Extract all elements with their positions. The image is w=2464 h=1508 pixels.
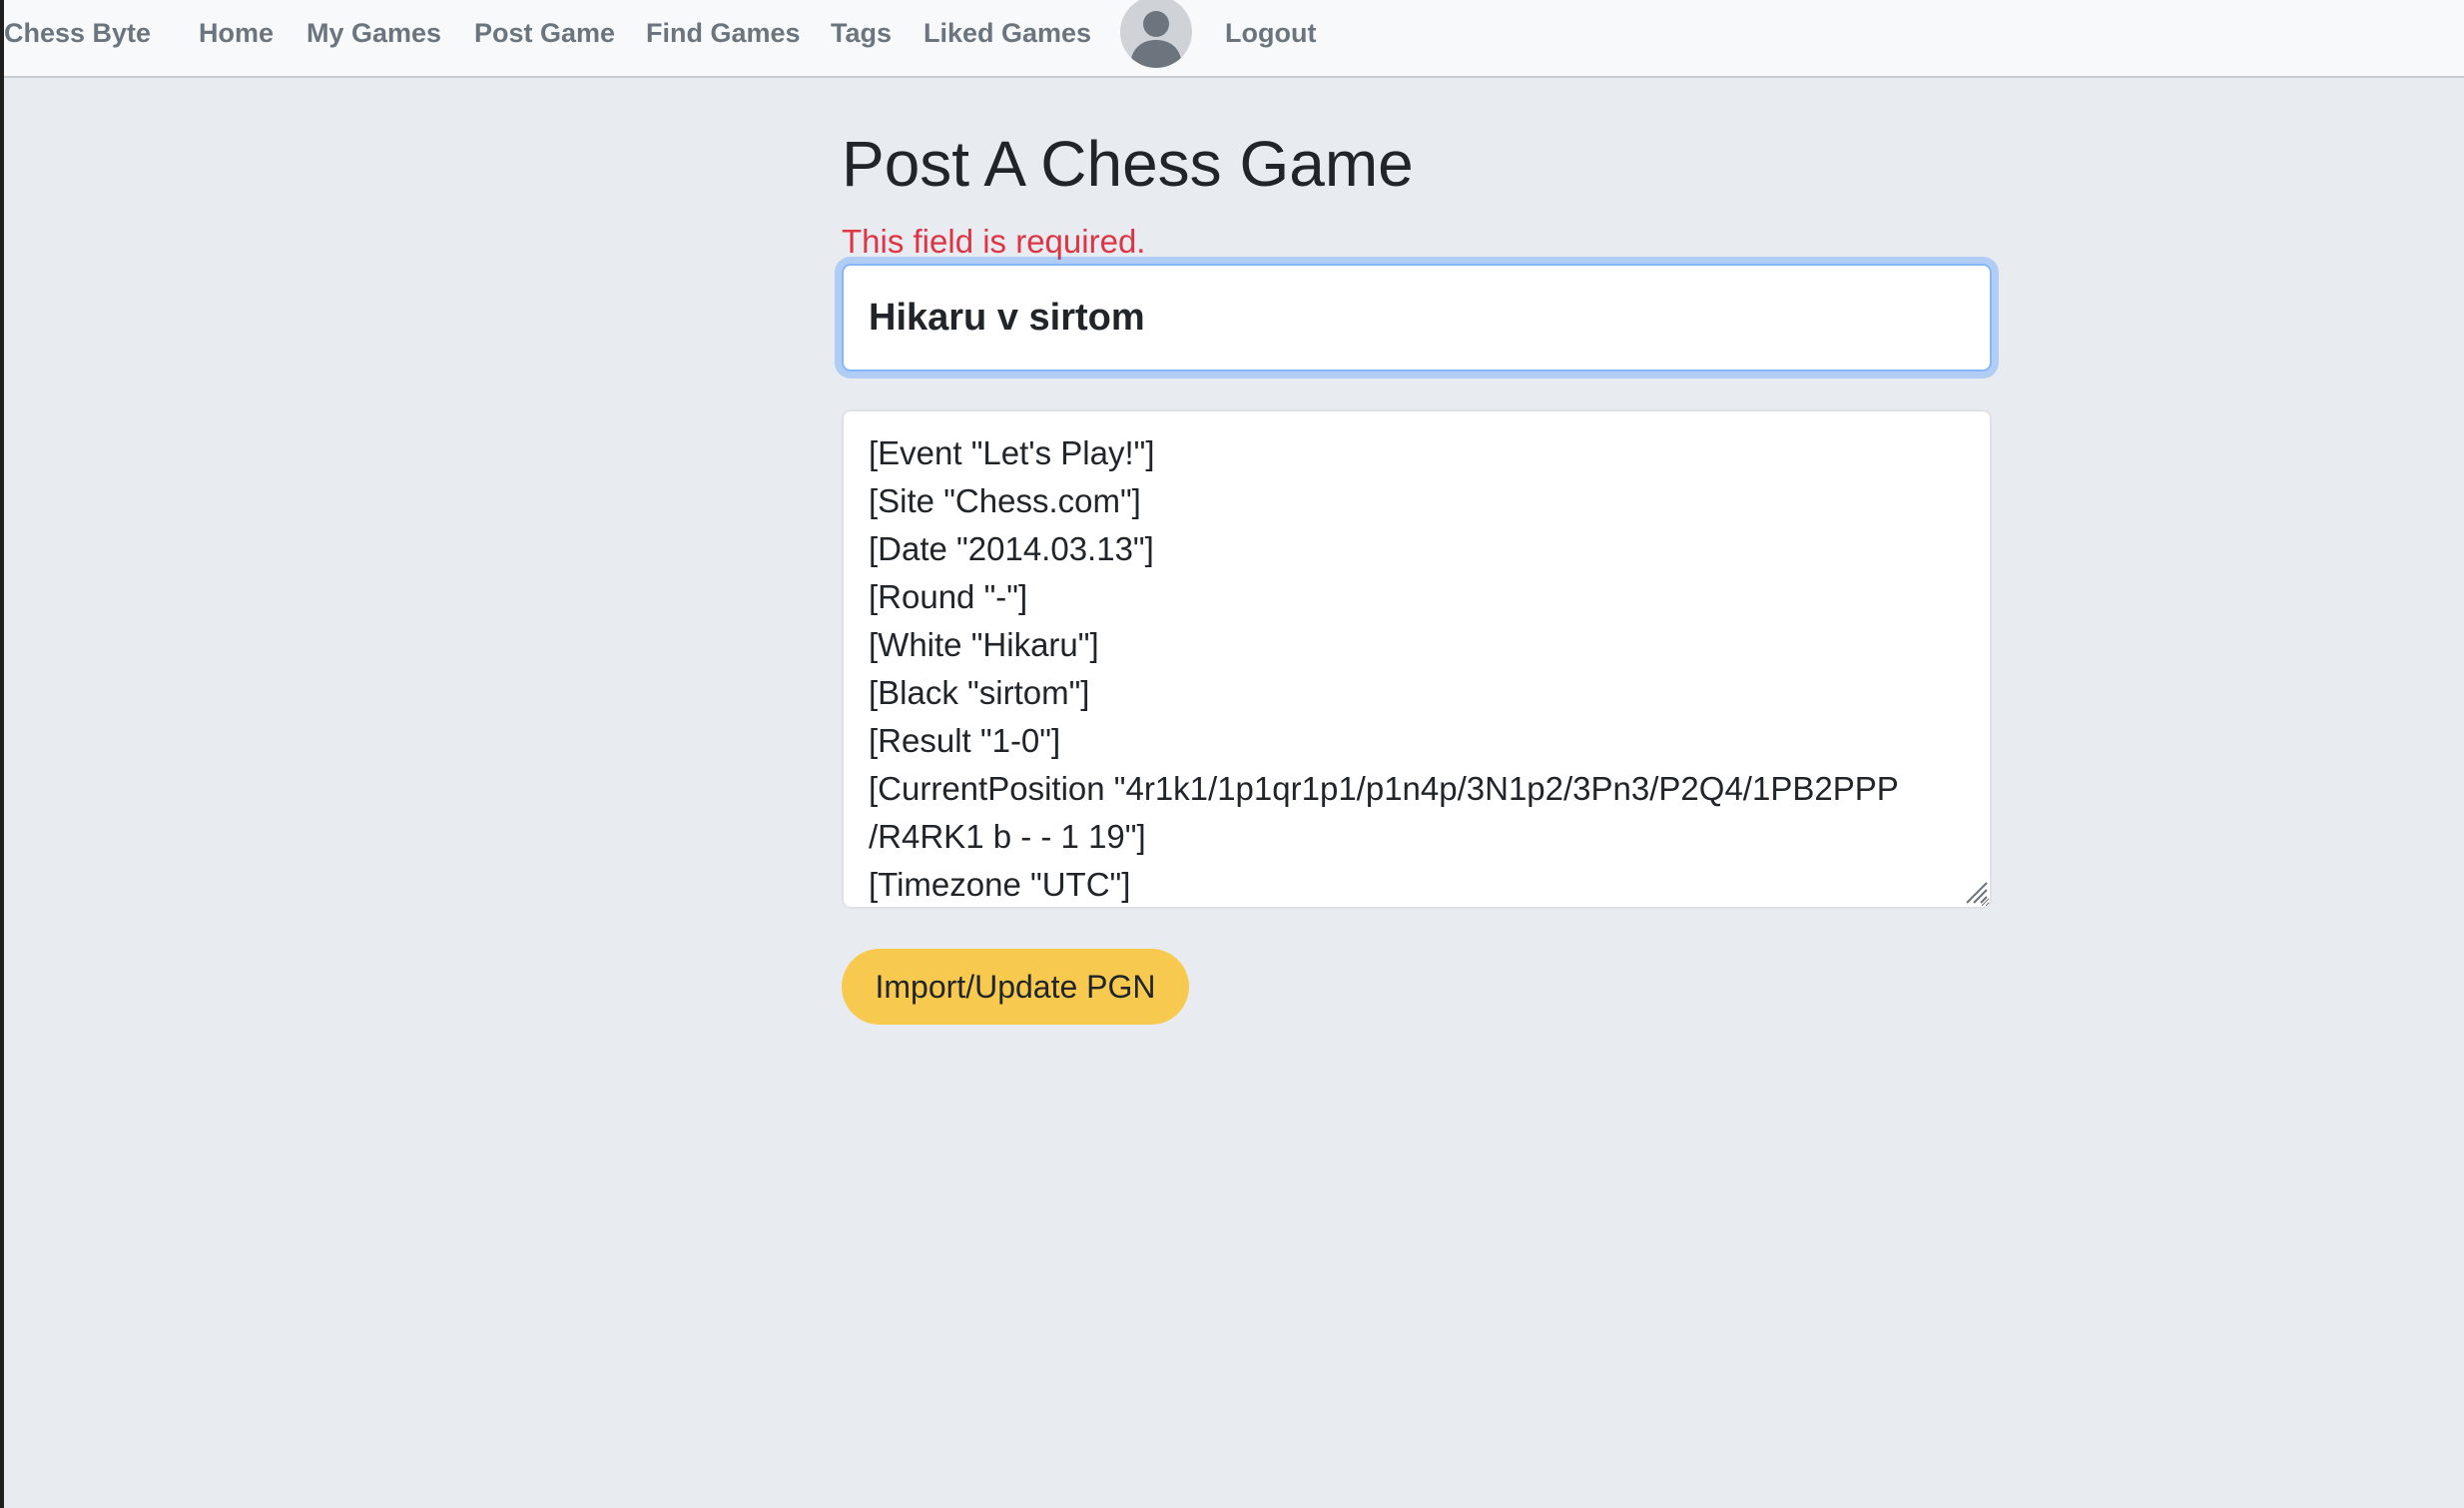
nav-home-link[interactable]: Home [199,0,274,66]
page: Chess Byte Home My Games Post Game Find … [4,0,2464,1508]
import-update-pgn-button[interactable]: Import/Update PGN [842,949,1189,1025]
nav-find-games-link[interactable]: Find Games [646,0,801,66]
brand-link[interactable]: Chess Byte [4,0,151,66]
pgn-textarea[interactable]: [Event "Let's Play!"] [Site "Chess.com"]… [842,409,1992,909]
textarea-resize-handle-icon[interactable] [1963,879,1989,905]
page-title: Post A Chess Game [842,128,1414,200]
nav-logout-link[interactable]: Logout [1225,0,1316,66]
nav-tags-link[interactable]: Tags [831,0,892,66]
navbar: Chess Byte Home My Games Post Game Find … [4,0,2464,78]
nav-post-game-link[interactable]: Post Game [474,0,615,66]
user-avatar-icon[interactable] [1120,0,1192,68]
nav-my-games-link[interactable]: My Games [307,0,441,66]
validation-error-message: This field is required. [842,223,1146,260]
game-title-input[interactable] [842,264,1992,372]
nav-liked-games-link[interactable]: Liked Games [924,0,1091,66]
